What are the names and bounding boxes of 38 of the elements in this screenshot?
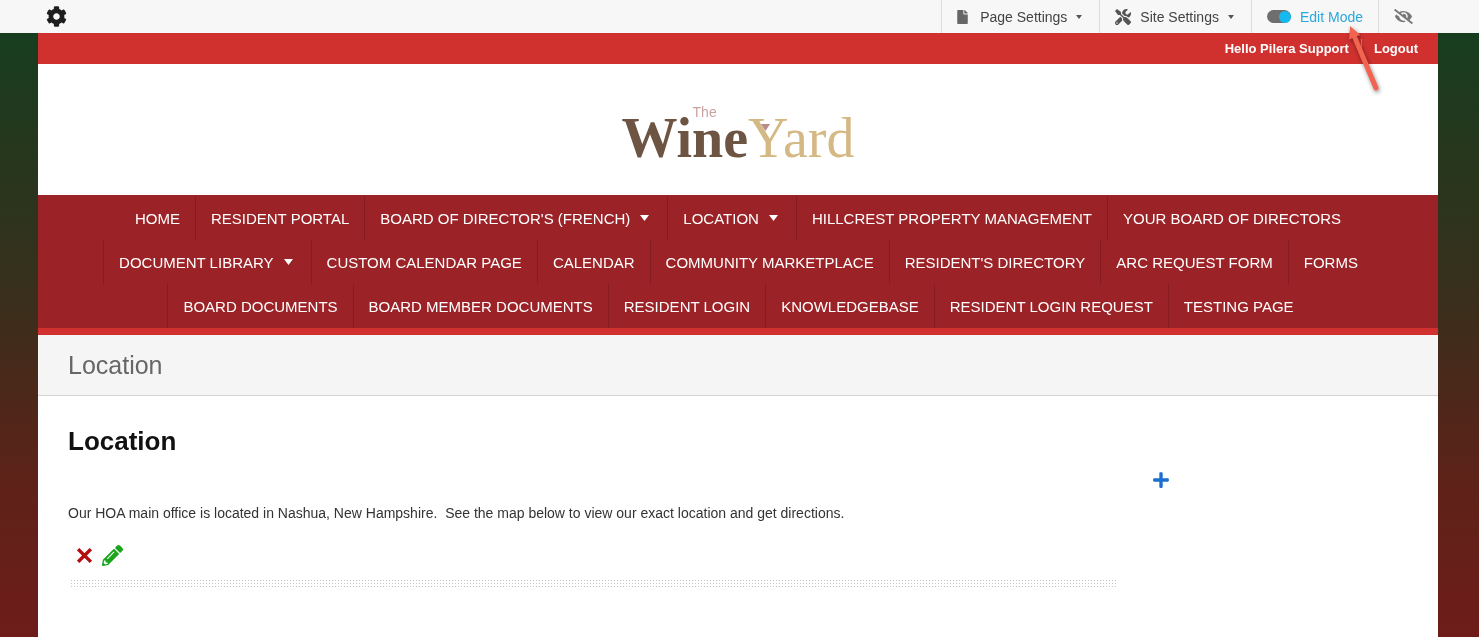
user-greeting: Hello Pilera Support bbox=[1224, 41, 1349, 56]
caret-icon bbox=[1227, 14, 1234, 19]
file-icon bbox=[957, 9, 969, 24]
content-heading: Location bbox=[68, 426, 177, 456]
settings-icon[interactable] bbox=[46, 6, 67, 27]
nav-link[interactable]: RESIDENT LOGIN REQUEST bbox=[933, 284, 1168, 328]
x-icon[interactable] bbox=[77, 547, 92, 563]
nav-link[interactable]: CUSTOM CALENDAR PAGE bbox=[310, 240, 537, 284]
logo-text: Wine bbox=[621, 119, 749, 157]
nav-link[interactable]: KNOWLEDGEBASE bbox=[765, 284, 934, 328]
nav-link[interactable]: BOARD OF DIRECTOR'S (FRENCH) bbox=[364, 196, 668, 240]
nav-link[interactable]: HILLCREST PROPERTY MANAGEMENT bbox=[795, 196, 1107, 240]
nav-link[interactable]: LOCATION bbox=[667, 196, 796, 240]
eye-slash-icon[interactable] bbox=[1394, 9, 1413, 24]
nav-link[interactable]: BOARD DOCUMENTS bbox=[167, 284, 353, 328]
nav-link[interactable]: COMMUNITY MARKETPLACE bbox=[649, 240, 889, 284]
caret-icon bbox=[1076, 14, 1083, 19]
tools-icon bbox=[1115, 8, 1132, 25]
nav-link[interactable]: DOCUMENT LIBRARY bbox=[103, 240, 311, 284]
nav-link[interactable]: FORMS bbox=[1287, 240, 1373, 284]
triangle-icon bbox=[761, 124, 771, 131]
logout-link[interactable]: Logout bbox=[1373, 41, 1418, 56]
nav-link[interactable]: YOUR BOARD OF DIRECTORS bbox=[1107, 196, 1357, 240]
nav-link[interactable]: RESIDENT PORTAL bbox=[194, 196, 365, 240]
plus-icon[interactable] bbox=[1152, 471, 1170, 489]
logo-text: Yard bbox=[748, 119, 855, 157]
nav-link[interactable]: CALENDAR bbox=[536, 240, 650, 284]
logo-text: The bbox=[692, 106, 717, 118]
nav-link[interactable]: TESTING PAGE bbox=[1167, 284, 1309, 328]
toggle-switch[interactable] bbox=[1266, 10, 1291, 23]
nav-link[interactable]: HOME bbox=[119, 196, 195, 240]
nav-link[interactable]: ARC REQUEST FORM bbox=[1100, 240, 1288, 284]
nav-link[interactable]: RESIDENT'S DIRECTORY bbox=[888, 240, 1101, 284]
pencil-icon[interactable] bbox=[102, 544, 123, 566]
page-title: Location bbox=[68, 350, 163, 380]
body-text: Our HOA main office is located in Nashua, New Hampshire. See the map below to view our exact location and get directions. bbox=[68, 504, 845, 523]
nav-link[interactable]: BOARD MEMBER DOCUMENTS bbox=[352, 284, 608, 328]
nav-link[interactable]: RESIDENT LOGIN bbox=[607, 284, 766, 328]
